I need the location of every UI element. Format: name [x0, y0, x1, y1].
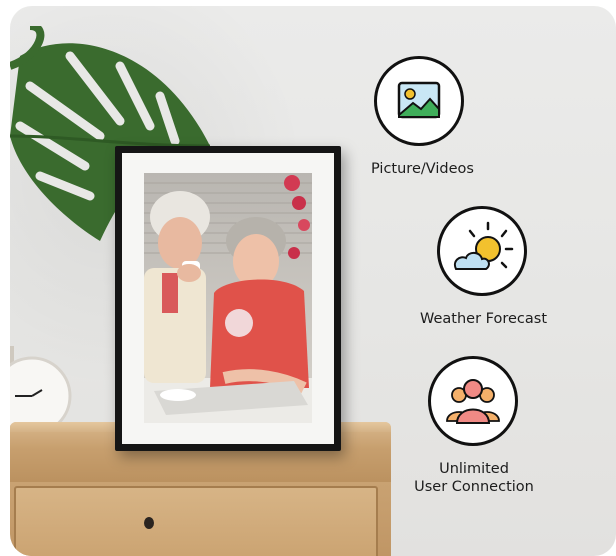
weather-forecast-label: Weather Forecast: [420, 311, 548, 327]
elderly-couple-photo: [144, 173, 312, 423]
picture-videos-badge: [374, 56, 464, 146]
user-connection-badge: [428, 356, 518, 446]
user-connection-label-line2: User Connection: [414, 479, 534, 495]
digital-photo-frame: [115, 146, 341, 451]
picture-icon: [397, 81, 441, 119]
frame-photo: [144, 173, 312, 423]
frame-mat: [122, 153, 334, 444]
cabinet-drawer: [14, 486, 378, 556]
users-icon: [446, 379, 500, 424]
drawer-knob: [144, 517, 154, 529]
product-card: Picture/Videos Weather Forecast Unlimite…: [10, 6, 616, 556]
weather-forecast-badge: [437, 206, 527, 296]
weather-icon: [454, 221, 514, 270]
picture-videos-label: Picture/Videos: [371, 161, 474, 177]
user-connection-label-line1: Unlimited: [439, 461, 509, 477]
